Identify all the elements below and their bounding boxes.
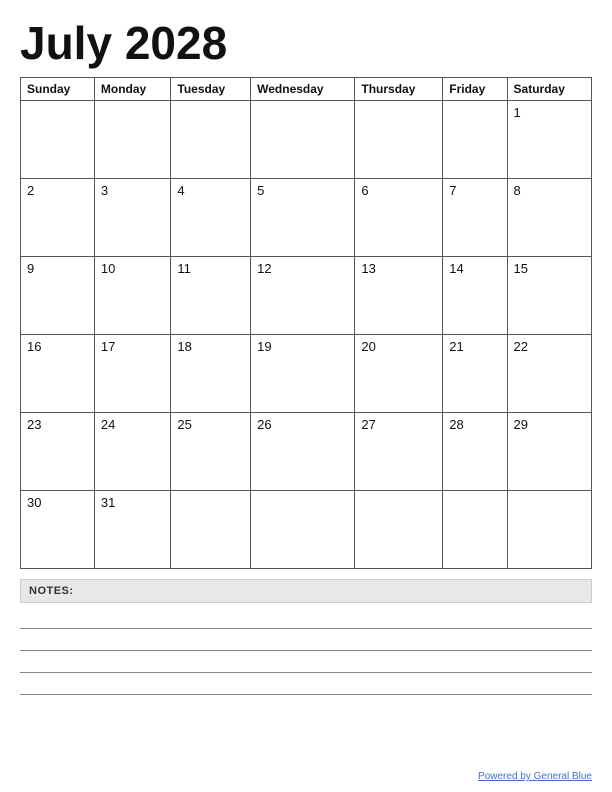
- day-number: 24: [101, 417, 115, 432]
- day-number: 10: [101, 261, 115, 276]
- week-row-2: 2 3 4 5 6 7 8: [21, 178, 592, 256]
- header-monday: Monday: [94, 77, 171, 100]
- day-number: 30: [27, 495, 41, 510]
- day-cell: 31: [94, 490, 171, 568]
- day-number: 5: [257, 183, 264, 198]
- day-cell: [355, 490, 443, 568]
- day-cell: [251, 100, 355, 178]
- day-cell: 12: [251, 256, 355, 334]
- day-cell: 19: [251, 334, 355, 412]
- header-friday: Friday: [443, 77, 507, 100]
- day-number: 25: [177, 417, 191, 432]
- day-number: 4: [177, 183, 184, 198]
- notes-line-4: [20, 673, 592, 695]
- week-row-3: 9 10 11 12 13 14 15: [21, 256, 592, 334]
- calendar-table: SundayMondayTuesdayWednesdayThursdayFrid…: [20, 77, 592, 569]
- day-cell: [251, 490, 355, 568]
- day-number: 6: [361, 183, 368, 198]
- day-cell: 22: [507, 334, 591, 412]
- day-cell: 11: [171, 256, 251, 334]
- footer: Powered by General Blue: [20, 765, 592, 782]
- day-cell: 26: [251, 412, 355, 490]
- day-cell: 2: [21, 178, 95, 256]
- calendar-title: July 2028: [20, 18, 592, 69]
- day-cell: 1: [507, 100, 591, 178]
- notes-label: NOTES:: [20, 579, 592, 603]
- day-cell: 30: [21, 490, 95, 568]
- day-cell: [94, 100, 171, 178]
- header-thursday: Thursday: [355, 77, 443, 100]
- day-cell: 5: [251, 178, 355, 256]
- header-saturday: Saturday: [507, 77, 591, 100]
- day-number: 9: [27, 261, 34, 276]
- day-cell: [443, 490, 507, 568]
- day-cell: 16: [21, 334, 95, 412]
- header-sunday: Sunday: [21, 77, 95, 100]
- day-cell: 27: [355, 412, 443, 490]
- day-cell: [171, 490, 251, 568]
- week-row-5: 23 24 25 26 27 28 29: [21, 412, 592, 490]
- day-cell: 8: [507, 178, 591, 256]
- day-number: 12: [257, 261, 271, 276]
- day-number: 16: [27, 339, 41, 354]
- header-wednesday: Wednesday: [251, 77, 355, 100]
- day-cell: 7: [443, 178, 507, 256]
- day-cell: 6: [355, 178, 443, 256]
- day-cell: 21: [443, 334, 507, 412]
- day-number: 26: [257, 417, 271, 432]
- day-cell: 29: [507, 412, 591, 490]
- day-number: 29: [514, 417, 528, 432]
- day-number: 13: [361, 261, 375, 276]
- day-number: 2: [27, 183, 34, 198]
- day-number: 8: [514, 183, 521, 198]
- day-number: 1: [514, 105, 521, 120]
- day-cell: 15: [507, 256, 591, 334]
- header-row: SundayMondayTuesdayWednesdayThursdayFrid…: [21, 77, 592, 100]
- week-row-1: 1: [21, 100, 592, 178]
- notes-line-2: [20, 629, 592, 651]
- day-number: 7: [449, 183, 456, 198]
- day-cell: 23: [21, 412, 95, 490]
- day-cell: [171, 100, 251, 178]
- day-cell: 10: [94, 256, 171, 334]
- day-number: 17: [101, 339, 115, 354]
- day-cell: [507, 490, 591, 568]
- day-number: 27: [361, 417, 375, 432]
- page: July 2028 SundayMondayTuesdayWednesdayTh…: [0, 0, 612, 792]
- week-row-4: 16 17 18 19 20 21 22: [21, 334, 592, 412]
- day-cell: 3: [94, 178, 171, 256]
- day-cell: [355, 100, 443, 178]
- day-cell: [443, 100, 507, 178]
- day-number: 3: [101, 183, 108, 198]
- day-cell: 20: [355, 334, 443, 412]
- notes-section: NOTES:: [20, 579, 592, 695]
- day-cell: [21, 100, 95, 178]
- day-number: 15: [514, 261, 528, 276]
- header-tuesday: Tuesday: [171, 77, 251, 100]
- day-number: 31: [101, 495, 115, 510]
- powered-by-link[interactable]: Powered by General Blue: [478, 771, 592, 782]
- day-cell: 17: [94, 334, 171, 412]
- notes-line-3: [20, 651, 592, 673]
- day-cell: 28: [443, 412, 507, 490]
- day-cell: 4: [171, 178, 251, 256]
- day-number: 14: [449, 261, 463, 276]
- day-number: 28: [449, 417, 463, 432]
- day-cell: 9: [21, 256, 95, 334]
- day-number: 20: [361, 339, 375, 354]
- day-cell: 14: [443, 256, 507, 334]
- day-number: 21: [449, 339, 463, 354]
- day-number: 18: [177, 339, 191, 354]
- day-number: 19: [257, 339, 271, 354]
- week-row-6: 30 31: [21, 490, 592, 568]
- notes-lines: [20, 607, 592, 695]
- notes-line-1: [20, 607, 592, 629]
- day-cell: 13: [355, 256, 443, 334]
- day-number: 23: [27, 417, 41, 432]
- day-cell: 24: [94, 412, 171, 490]
- day-cell: 18: [171, 334, 251, 412]
- day-number: 11: [177, 261, 191, 276]
- day-number: 22: [514, 339, 528, 354]
- day-cell: 25: [171, 412, 251, 490]
